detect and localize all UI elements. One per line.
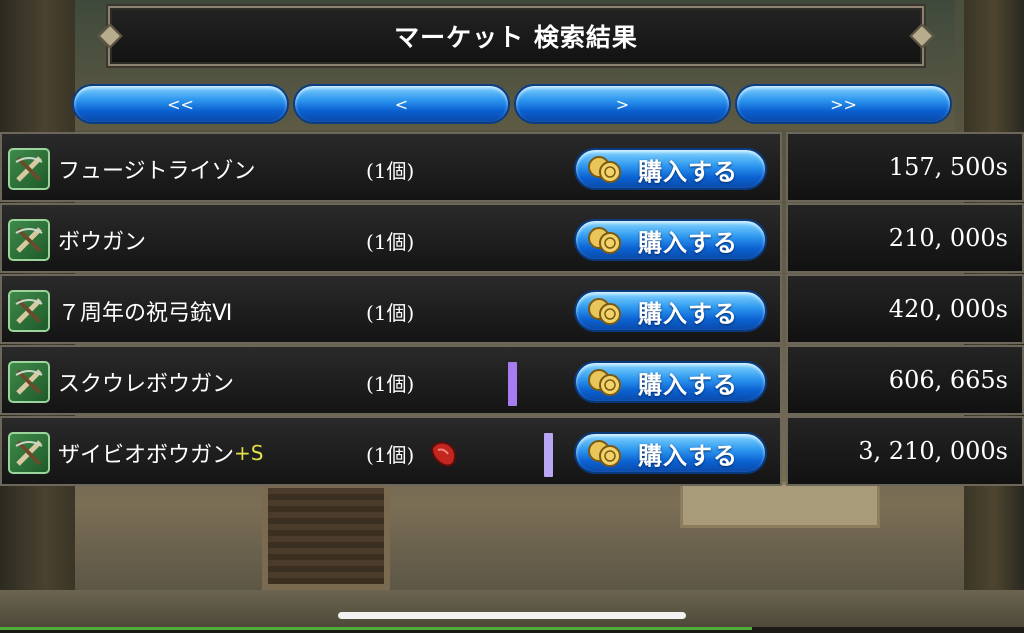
item-price: 3, 210, 000s (786, 416, 1024, 486)
background-sign (262, 482, 390, 590)
list-item: フュージトライゾン (1個) 購入する 157, 500s (0, 132, 1024, 202)
item-name: ７周年の祝弓銃Ⅵ (58, 276, 232, 346)
buy-button[interactable]: 購入する (574, 148, 767, 190)
item-plus-suffix: +S (234, 441, 264, 465)
item-name-text: フュージトライゾン (58, 159, 256, 184)
crossbow-icon (8, 361, 50, 403)
last-page-button[interactable]: >> (735, 84, 952, 124)
list-item: ザイビオボウガン +S (1個) 購入する 3, 210, 000s (0, 416, 1024, 486)
buy-label: 購入する (638, 228, 738, 257)
home-indicator[interactable] (338, 612, 686, 619)
list-item: スクウレボウガン (1個) 購入する 606, 665s (0, 345, 1024, 415)
title-bar: マーケット 検索結果 (108, 6, 924, 66)
bottom-progress-line (0, 627, 752, 630)
item-name: フュージトライゾン (58, 134, 256, 204)
item-row[interactable]: ボウガン (1個) 購入する (0, 203, 782, 273)
item-price: 157, 500s (786, 132, 1024, 202)
item-name: ザイビオボウガン +S (58, 418, 263, 488)
page-title: マーケット 検索結果 (394, 23, 638, 52)
coin-icon (586, 438, 624, 468)
crossbow-icon (8, 148, 50, 190)
item-price: 210, 000s (786, 203, 1024, 273)
rarity-marker (508, 362, 517, 406)
crossbow-icon (8, 432, 50, 474)
list-item: ボウガン (1個) 購入する 210, 000s (0, 203, 1024, 273)
rarity-marker (544, 433, 553, 477)
prev-page-button[interactable]: < (293, 84, 510, 124)
buy-button[interactable]: 購入する (574, 219, 767, 261)
list-item: ７周年の祝弓銃Ⅵ (1個) 購入する 420, 000s (0, 274, 1024, 344)
item-name-text: ７周年の祝弓銃Ⅵ (58, 301, 233, 326)
item-price: 606, 665s (786, 345, 1024, 415)
crossbow-icon (8, 290, 50, 332)
item-name-text: スクウレボウガン (58, 372, 235, 397)
coin-icon (586, 154, 624, 184)
coin-icon (586, 225, 624, 255)
buy-label: 購入する (638, 441, 738, 470)
pagination: << < > >> (72, 84, 952, 126)
buy-label: 購入する (638, 299, 738, 328)
buy-label: 購入する (638, 157, 738, 186)
item-quantity: (1個) (366, 442, 415, 467)
buy-button[interactable]: 購入する (574, 361, 767, 403)
buy-button[interactable]: 購入する (574, 290, 767, 332)
item-row[interactable]: スクウレボウガン (1個) 購入する (0, 345, 782, 415)
item-name-text: ザイビオボウガン (58, 443, 235, 468)
item-quantity: (1個) (366, 300, 415, 325)
crossbow-icon (8, 219, 50, 261)
buy-button[interactable]: 購入する (574, 432, 767, 474)
item-row[interactable]: フュージトライゾン (1個) 購入する (0, 132, 782, 202)
item-row[interactable]: ７周年の祝弓銃Ⅵ (1個) 購入する (0, 274, 782, 344)
item-quantity: (1個) (366, 229, 415, 254)
item-row[interactable]: ザイビオボウガン +S (1個) 購入する (0, 416, 782, 486)
buy-label: 購入する (638, 370, 738, 399)
coin-icon (586, 367, 624, 397)
item-name: ボウガン (58, 205, 146, 275)
first-page-button[interactable]: << (72, 84, 289, 124)
next-page-button[interactable]: > (514, 84, 731, 124)
item-quantity: (1個) (366, 158, 415, 183)
item-price: 420, 000s (786, 274, 1024, 344)
item-name-text: ボウガン (58, 230, 147, 255)
red-gem-icon (428, 438, 460, 470)
item-quantity: (1個) (366, 371, 415, 396)
result-list: フュージトライゾン (1個) 購入する 157, 500s ボウガン (1個) (0, 132, 1024, 487)
background-board (680, 482, 880, 528)
coin-icon (586, 296, 624, 326)
item-name: スクウレボウガン (58, 347, 234, 417)
